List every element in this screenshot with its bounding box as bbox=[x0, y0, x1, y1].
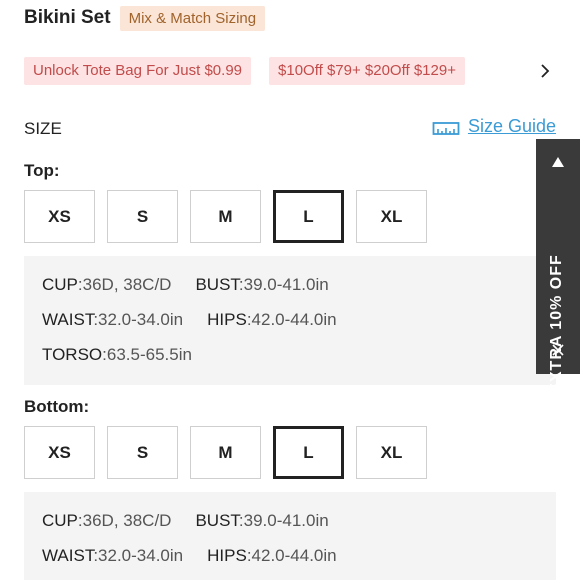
bottom-size-m[interactable]: M bbox=[190, 426, 261, 479]
close-icon[interactable] bbox=[550, 342, 566, 358]
size-label: SIZE bbox=[24, 119, 62, 138]
sizing-badge[interactable]: Mix & Match Sizing bbox=[119, 5, 266, 31]
torso-value: :63.5-65.5in bbox=[102, 345, 192, 364]
promo-tote-bag[interactable]: Unlock Tote Bag For Just $0.99 bbox=[24, 57, 252, 85]
hips-value: :42.0-44.0in bbox=[246, 310, 337, 329]
chevron-right-icon[interactable] bbox=[538, 62, 552, 80]
bust-key: BUST bbox=[195, 275, 239, 294]
bust-value: :39.0-41.0in bbox=[238, 511, 329, 530]
bottom-size-xl[interactable]: XL bbox=[356, 426, 427, 479]
triangle-up-icon[interactable] bbox=[551, 155, 565, 169]
top-measure-line-1: CUP:36D, 38C/D BUST:39.0-41.0in bbox=[42, 275, 329, 295]
cup-value: :36D, 38C/D bbox=[77, 275, 172, 294]
hips-key: HIPS bbox=[207, 546, 247, 565]
top-label: Top: bbox=[24, 161, 60, 180]
waist-key: WAIST bbox=[42, 310, 94, 329]
top-measure-line-3: TORSO:63.5-65.5in bbox=[42, 345, 192, 365]
torso-key: TORSO bbox=[42, 345, 103, 364]
waist-value: :32.0-34.0in bbox=[93, 546, 184, 565]
top-measurements: CUP:36D, 38C/D BUST:39.0-41.0in WAIST:32.… bbox=[24, 256, 556, 385]
product-title: Bikini Set bbox=[24, 7, 111, 28]
bust-value: :39.0-41.0in bbox=[238, 275, 329, 294]
promo-row: Unlock Tote Bag For Just $0.99 $10Off $7… bbox=[24, 56, 556, 86]
bottom-size-l[interactable]: L bbox=[273, 426, 344, 479]
size-guide-label: Size Guide bbox=[467, 116, 556, 136]
top-size-xs[interactable]: XS bbox=[24, 190, 95, 243]
top-size-s[interactable]: S bbox=[107, 190, 178, 243]
top-size-xl[interactable]: XL bbox=[356, 190, 427, 243]
cup-value: :36D, 38C/D bbox=[77, 511, 172, 530]
hips-value: :42.0-44.0in bbox=[246, 546, 337, 565]
bottom-measure-line-2: WAIST:32.0-34.0in HIPS:42.0-44.0in bbox=[42, 546, 337, 566]
promo-discount[interactable]: $10Off $79+ $20Off $129+ bbox=[269, 57, 465, 85]
waist-value: :32.0-34.0in bbox=[93, 310, 184, 329]
bottom-measurements: CUP:36D, 38C/D BUST:39.0-41.0in WAIST:32.… bbox=[24, 492, 556, 580]
bottom-measure-line-1: CUP:36D, 38C/D BUST:39.0-41.0in bbox=[42, 511, 329, 531]
cup-key: CUP bbox=[42, 275, 78, 294]
extra-offer-tab[interactable]: EXTRA 10% OFF bbox=[536, 139, 580, 394]
size-guide-link[interactable]: Size Guide bbox=[432, 116, 556, 137]
hips-key: HIPS bbox=[207, 310, 247, 329]
top-size-l[interactable]: L bbox=[273, 190, 344, 243]
bottom-label: Bottom: bbox=[24, 397, 90, 416]
bottom-size-s[interactable]: S bbox=[107, 426, 178, 479]
top-size-m[interactable]: M bbox=[190, 190, 261, 243]
bust-key: BUST bbox=[195, 511, 239, 530]
ruler-icon bbox=[432, 121, 460, 135]
top-size-options: XS S M L XL bbox=[24, 190, 439, 243]
size-header: SIZE Size Guide bbox=[24, 116, 556, 141]
bottom-size-options: XS S M L XL bbox=[24, 426, 439, 479]
bottom-size-xs[interactable]: XS bbox=[24, 426, 95, 479]
cup-key: CUP bbox=[42, 511, 78, 530]
waist-key: WAIST bbox=[42, 546, 94, 565]
title-row: Bikini Set Mix & Match Sizing bbox=[24, 4, 266, 32]
top-measure-line-2: WAIST:32.0-34.0in HIPS:42.0-44.0in bbox=[42, 310, 337, 330]
extra-offer-label: EXTRA 10% OFF bbox=[548, 254, 565, 394]
